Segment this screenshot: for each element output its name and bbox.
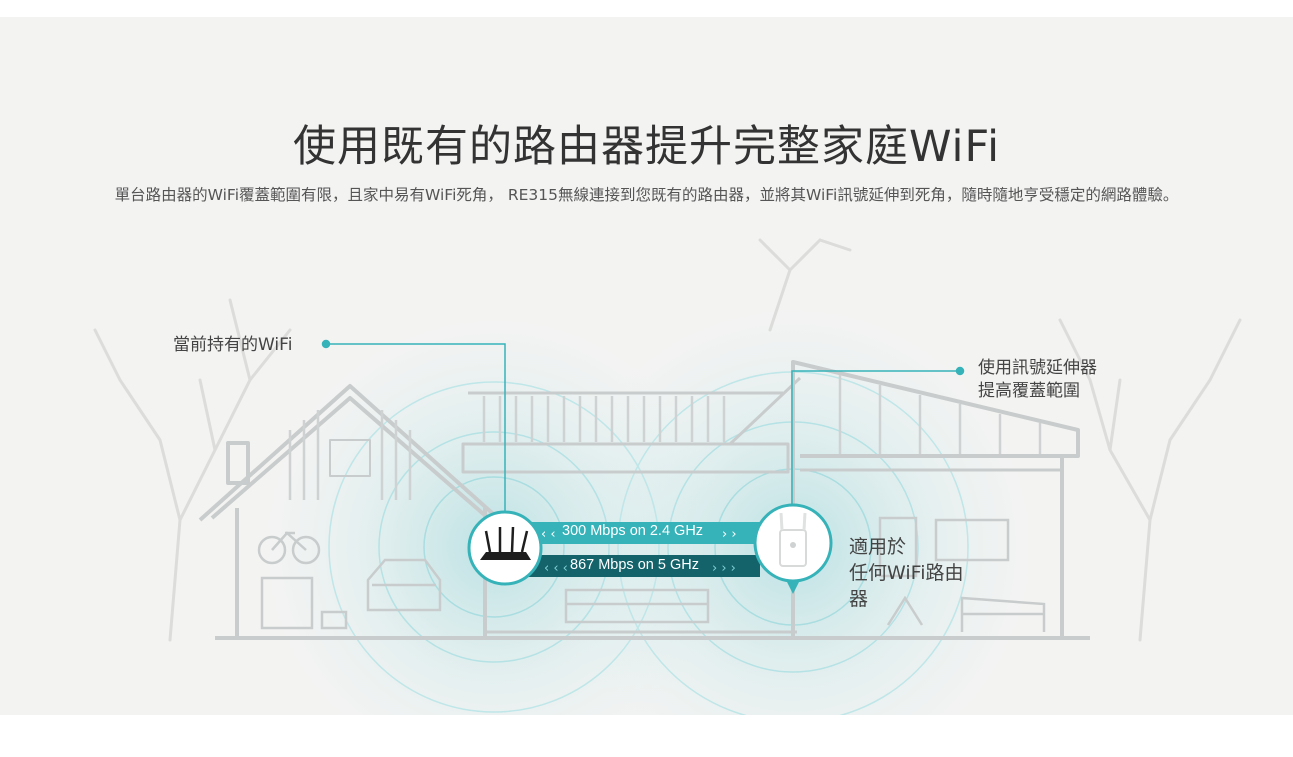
- svg-text:› › ›: › › ›: [712, 561, 736, 576]
- page-title: 使用既有的路由器提升完整家庭WiFi: [292, 122, 1001, 172]
- callout-fit-any-router: 適用於 任何WiFi路由 器: [849, 534, 963, 612]
- svg-text:‹ ‹ ‹: ‹ ‹ ‹: [544, 561, 568, 576]
- callout-extender-line2: 提高覆蓋範圍: [978, 381, 1080, 401]
- wifi-coverage-rings: [264, 307, 1033, 715]
- intro-description: 單台路由器的WiFi覆蓋範圍有限，且家中易有WiFi死角， RE315無線連接到…: [114, 186, 1179, 204]
- callout-extender: 使用訊號延伸器 提高覆蓋範圍: [978, 357, 1097, 403]
- callout-extender-line1: 使用訊號延伸器: [978, 358, 1097, 378]
- callout-fit-line3: 器: [849, 588, 869, 610]
- router-icon: [467, 510, 543, 586]
- callout-fit-line2: 任何WiFi路由: [849, 562, 964, 584]
- callout-current-wifi: 當前持有的WiFi: [173, 335, 293, 355]
- svg-text:‹ ‹: ‹ ‹: [541, 527, 556, 542]
- home-coverage-illustration: ‹ ‹ › › ‹ ‹ ‹ › › ›: [93, 238, 1242, 715]
- band-24-label: 300 Mbps on 2.4 GHz: [562, 523, 704, 539]
- band-5-label: 867 Mbps on 5 GHz: [570, 557, 699, 573]
- svg-text:› ›: › ›: [722, 527, 737, 542]
- callout-fit-line1: 適用於: [849, 536, 907, 558]
